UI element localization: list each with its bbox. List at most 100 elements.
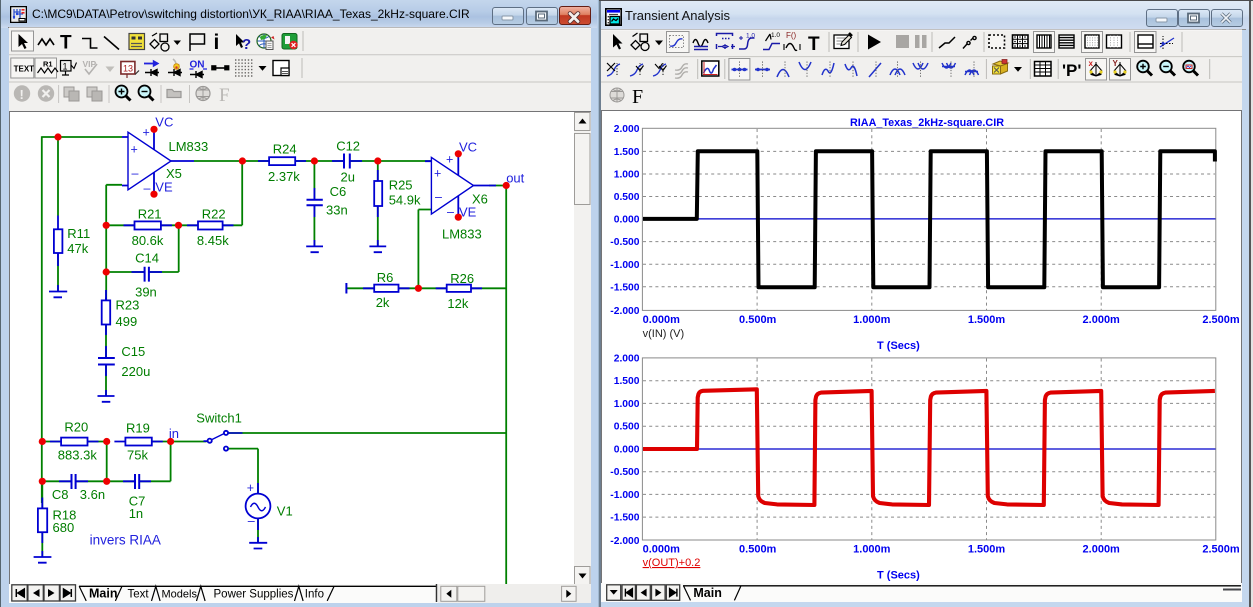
svg-text:-1.000: -1.000 bbox=[610, 260, 639, 271]
svg-text:invers RIAA: invers RIAA bbox=[90, 533, 161, 548]
svg-text:x: x bbox=[1089, 59, 1094, 68]
svg-text:R1: R1 bbox=[43, 60, 53, 69]
svg-text:-2.000: -2.000 bbox=[610, 306, 639, 317]
svg-text:1.000m: 1.000m bbox=[853, 314, 891, 326]
svg-text:0.500m: 0.500m bbox=[739, 314, 777, 326]
svg-text:8.45k: 8.45k bbox=[197, 233, 229, 248]
svg-text:1.500: 1.500 bbox=[614, 147, 640, 158]
svg-text:Info: Info bbox=[305, 589, 324, 601]
svg-text:+: + bbox=[446, 153, 453, 167]
svg-text:v(IN) (V): v(IN) (V) bbox=[643, 328, 685, 340]
svg-text:12k: 12k bbox=[447, 296, 468, 311]
svg-text:1.000: 1.000 bbox=[614, 399, 640, 410]
svg-text:Power Supplies: Power Supplies bbox=[214, 589, 294, 601]
svg-text:R24: R24 bbox=[273, 142, 297, 157]
svg-text:1n: 1n bbox=[129, 506, 143, 521]
svg-text:!: ! bbox=[20, 87, 24, 102]
svg-text:–: – bbox=[435, 190, 442, 204]
svg-text:R22: R22 bbox=[202, 206, 226, 221]
svg-text:220u: 220u bbox=[121, 364, 150, 379]
svg-text:TEXT: TEXT bbox=[14, 65, 35, 74]
svg-text:-2.000: -2.000 bbox=[610, 536, 639, 547]
svg-text:680: 680 bbox=[53, 520, 75, 535]
svg-text:1: 1 bbox=[63, 62, 68, 72]
svg-text:–: – bbox=[447, 205, 454, 219]
svg-text:2.000: 2.000 bbox=[614, 353, 640, 364]
svg-text:C8: C8 bbox=[52, 487, 69, 502]
svg-text:C14: C14 bbox=[135, 250, 159, 265]
svg-text:T (Secs): T (Secs) bbox=[877, 340, 920, 352]
svg-text:Switch1: Switch1 bbox=[196, 410, 242, 425]
svg-text:2.000m: 2.000m bbox=[1083, 543, 1121, 555]
svg-text:R23: R23 bbox=[116, 298, 140, 313]
svg-text:T: T bbox=[808, 34, 820, 55]
svg-text:R21: R21 bbox=[138, 206, 162, 221]
svg-text:–: – bbox=[248, 514, 255, 528]
svg-text:T: T bbox=[60, 33, 72, 54]
svg-text:R19: R19 bbox=[126, 420, 150, 435]
svg-text:13: 13 bbox=[123, 64, 133, 74]
svg-text:v(OUT)+0.2: v(OUT)+0.2 bbox=[643, 557, 701, 569]
svg-text:-1.000: -1.000 bbox=[610, 490, 639, 501]
svg-text:-0.500: -0.500 bbox=[610, 467, 639, 478]
svg-text:?: ? bbox=[242, 36, 251, 53]
svg-text:47k: 47k bbox=[67, 241, 88, 256]
svg-text:R25: R25 bbox=[389, 178, 413, 193]
svg-text:75k: 75k bbox=[127, 448, 148, 463]
svg-text:R6: R6 bbox=[377, 270, 394, 285]
svg-text:V1: V1 bbox=[277, 503, 293, 518]
svg-text:1.500m: 1.500m bbox=[968, 314, 1006, 326]
svg-text:Main: Main bbox=[693, 586, 721, 600]
svg-text:F(): F() bbox=[786, 31, 797, 40]
svg-text:1.500m: 1.500m bbox=[968, 543, 1006, 555]
svg-text:0.500m: 0.500m bbox=[739, 543, 777, 555]
svg-text:Main: Main bbox=[89, 587, 117, 601]
svg-text:1.000: 1.000 bbox=[614, 170, 640, 181]
svg-text:54.9k: 54.9k bbox=[389, 193, 421, 208]
svg-text:1.0: 1.0 bbox=[771, 32, 780, 39]
svg-text:i: i bbox=[214, 31, 220, 54]
svg-text:out: out bbox=[506, 171, 524, 186]
svg-text:F: F bbox=[219, 85, 230, 106]
svg-text:R26: R26 bbox=[450, 271, 474, 286]
svg-text:499: 499 bbox=[116, 314, 138, 329]
svg-text:1.500: 1.500 bbox=[614, 376, 640, 387]
svg-text:2.37k: 2.37k bbox=[268, 169, 300, 184]
svg-text:80.6k: 80.6k bbox=[132, 233, 164, 248]
svg-text:Text: Text bbox=[128, 589, 150, 601]
svg-text:VC: VC bbox=[155, 115, 173, 130]
svg-text:LM833: LM833 bbox=[442, 227, 482, 242]
svg-text:C6: C6 bbox=[330, 184, 347, 199]
svg-text:in: in bbox=[169, 426, 179, 441]
svg-text:2.500m: 2.500m bbox=[1202, 314, 1240, 326]
svg-text:0.500: 0.500 bbox=[614, 192, 640, 203]
svg-text:R20: R20 bbox=[64, 420, 88, 435]
svg-text:-1.500: -1.500 bbox=[610, 282, 639, 293]
svg-text:+: + bbox=[434, 167, 441, 181]
svg-text:C15: C15 bbox=[121, 344, 145, 359]
svg-text:2.500m: 2.500m bbox=[1202, 543, 1240, 555]
svg-text:–: – bbox=[132, 167, 139, 181]
svg-text:VE: VE bbox=[155, 180, 173, 195]
svg-text:+: + bbox=[131, 143, 138, 157]
svg-text:0.000: 0.000 bbox=[614, 215, 640, 226]
svg-text:2.000: 2.000 bbox=[614, 124, 640, 135]
svg-text:0.500: 0.500 bbox=[614, 422, 640, 433]
svg-text:-1.500: -1.500 bbox=[610, 513, 639, 524]
svg-text:33n: 33n bbox=[326, 203, 348, 218]
svg-text:C12: C12 bbox=[336, 139, 360, 154]
svg-text:T (Secs): T (Secs) bbox=[877, 570, 920, 582]
svg-text:3.6n: 3.6n bbox=[80, 487, 105, 502]
svg-text:0.000m: 0.000m bbox=[643, 314, 681, 326]
svg-text:0.000m: 0.000m bbox=[643, 543, 681, 555]
svg-text:883.3k: 883.3k bbox=[58, 448, 98, 463]
svg-text:LM833: LM833 bbox=[169, 139, 209, 154]
svg-text:2.000m: 2.000m bbox=[1083, 314, 1121, 326]
svg-text:R11: R11 bbox=[67, 226, 90, 241]
svg-text:1.000m: 1.000m bbox=[853, 543, 891, 555]
svg-text:VE: VE bbox=[459, 205, 477, 220]
svg-text:2k: 2k bbox=[376, 295, 390, 310]
svg-text:+: + bbox=[247, 481, 254, 495]
svg-text:2u: 2u bbox=[341, 170, 355, 185]
svg-text:–: – bbox=[144, 182, 151, 196]
